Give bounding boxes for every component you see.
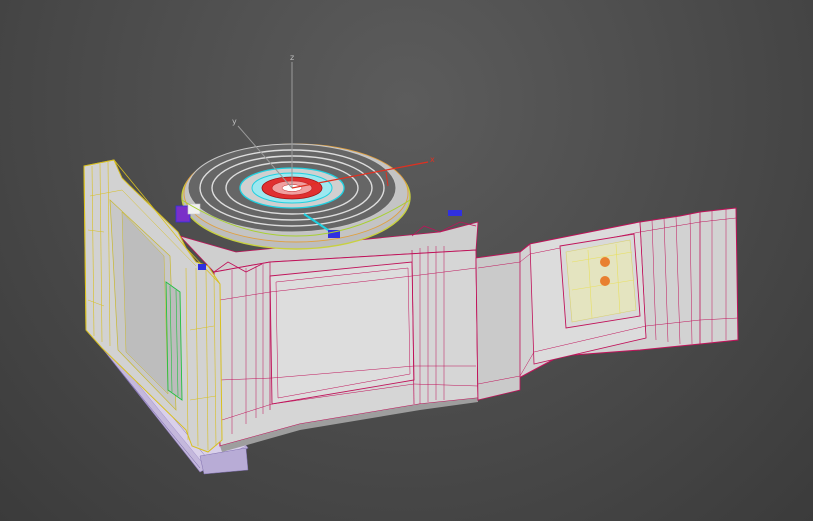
blue-marker xyxy=(448,210,462,216)
window-light-bottom xyxy=(600,276,610,286)
blue-marker xyxy=(198,264,206,270)
window-panel[interactable] xyxy=(559,233,641,329)
main-body[interactable] xyxy=(178,221,479,452)
window-light-top xyxy=(600,257,610,267)
gizmo-z-label: z xyxy=(290,53,294,62)
circular-platform[interactable] xyxy=(175,143,411,250)
gizmo-y-label: y xyxy=(232,117,237,126)
3d-viewport[interactable]: z y x xyxy=(0,0,813,521)
scene-svg[interactable]: z y x xyxy=(0,0,813,521)
gizmo-x-label: x xyxy=(430,155,435,164)
